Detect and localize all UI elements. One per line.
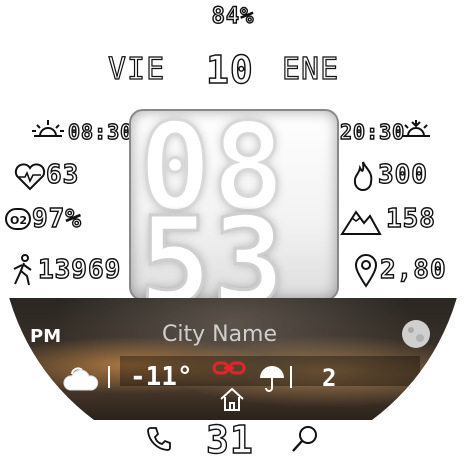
month: ENE bbox=[281, 51, 340, 87]
weather-cloud-icon[interactable] bbox=[62, 364, 100, 392]
sunset-icon bbox=[402, 120, 430, 137]
divider bbox=[290, 366, 292, 388]
svg-text:O2: O2 bbox=[10, 214, 27, 227]
walking-icon[interactable] bbox=[10, 254, 36, 286]
spo2-icon[interactable]: O2 bbox=[4, 207, 32, 231]
sunrise-icon bbox=[32, 120, 64, 137]
search-icon[interactable] bbox=[290, 424, 320, 454]
am-pm-indicator: PM bbox=[30, 326, 62, 347]
calories-value: 300 bbox=[377, 159, 428, 190]
steps-value: 13969 bbox=[37, 254, 122, 285]
day-of-week: VIE bbox=[107, 51, 166, 87]
date-number: 10 bbox=[205, 47, 254, 92]
phone-icon[interactable] bbox=[146, 426, 172, 452]
sunrise-time: 08:30 bbox=[67, 119, 134, 144]
temperature-value: -11° bbox=[130, 362, 193, 392]
link-icon[interactable] bbox=[212, 360, 246, 376]
divider bbox=[108, 366, 110, 388]
distance-value: 2,80 bbox=[379, 254, 447, 285]
sunset-time: 20:30 bbox=[339, 119, 406, 144]
moon-icon bbox=[402, 320, 430, 348]
battery-level: 84% bbox=[211, 3, 255, 29]
clock-minutes: 53 bbox=[138, 193, 286, 301]
heart-icon[interactable] bbox=[14, 163, 46, 191]
clock-panel[interactable]: 08 53 bbox=[129, 109, 339, 301]
rain-chance-value: 2 bbox=[322, 364, 337, 392]
umbrella-icon[interactable] bbox=[258, 364, 286, 392]
mountain-icon[interactable] bbox=[340, 206, 382, 236]
elevation-value: 158 bbox=[385, 203, 436, 234]
flame-icon[interactable] bbox=[350, 160, 376, 192]
home-icon[interactable] bbox=[218, 386, 246, 412]
city-name: City Name bbox=[162, 322, 278, 347]
location-pin-icon[interactable] bbox=[354, 254, 378, 288]
heart-rate-value: 63 bbox=[45, 159, 80, 190]
spo2-value: 97% bbox=[31, 203, 82, 234]
bottom-date-number: 31 bbox=[205, 417, 254, 462]
